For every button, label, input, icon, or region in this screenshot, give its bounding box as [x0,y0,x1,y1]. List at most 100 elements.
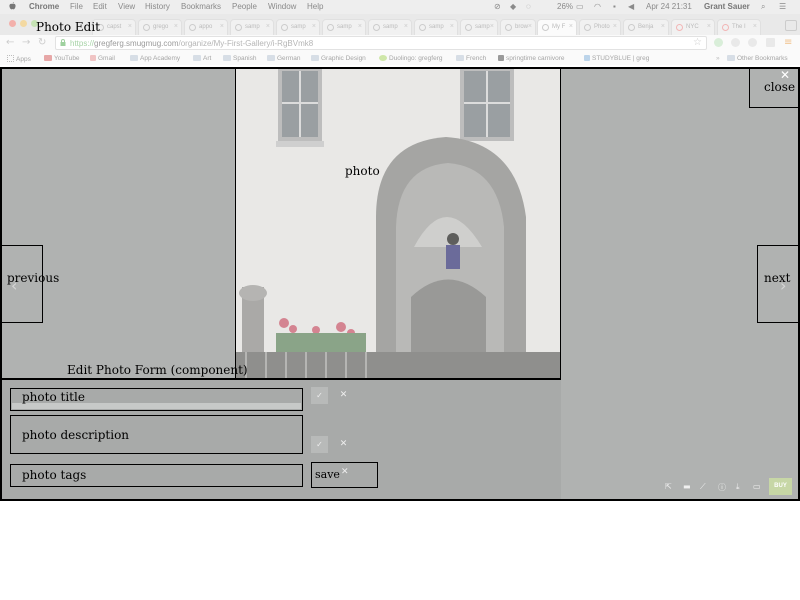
cancel-x-icon[interactable]: ✕ [341,467,349,477]
edit-wand-icon[interactable]: ⟋ [700,482,706,492]
menu-help[interactable]: Help [307,2,323,11]
tab-close-icon[interactable]: × [661,23,665,30]
bookmark-item[interactable]: Art [193,55,211,62]
browser-tab[interactable]: samp × [322,19,366,35]
menu-bookmarks[interactable]: Bookmarks [181,2,221,11]
browser-tab[interactable]: appo × [184,19,228,35]
browser-tab[interactable]: Benja × [623,19,669,35]
wifi-icon[interactable]: ◠ [594,2,601,11]
folder-icon [130,55,138,61]
tab-close-icon[interactable]: × [312,23,316,30]
comment-icon[interactable]: ▬ [683,482,691,491]
bookmark-item[interactable]: Graphic Design [311,55,366,62]
photo-title-field[interactable]: photo title [10,388,303,411]
bookmarks-overflow-icon[interactable]: » [716,55,720,62]
apple-icon[interactable] [9,2,16,10]
browser-tab[interactable]: grego × [138,19,182,35]
photo-viewer: photo ✕ close ‹ previous › next Edit Pho… [0,67,800,501]
bookmark-item[interactable]: Gmail [90,55,115,62]
previous-button[interactable]: ‹ previous [0,245,59,323]
bookmark-item[interactable]: French [456,55,486,62]
menu-window[interactable]: Window [268,2,296,11]
bookmark-item[interactable]: Other Bookmarks [727,55,788,62]
menu-view[interactable]: View [118,2,135,11]
next-button[interactable]: › next [757,245,800,323]
buy-button[interactable]: BUY [769,478,792,495]
tab-close-icon[interactable]: × [266,23,270,30]
confirm-check-icon[interactable]: ✓ [311,436,328,453]
dropbox-icon[interactable]: ◆ [510,2,516,11]
bookmark-item[interactable]: Spanish [223,55,257,62]
bookmark-item[interactable]: Duolingo: gregferg [379,55,442,62]
tab-close-icon[interactable]: × [569,23,573,30]
chrome-menu-icon[interactable]: ≡ [784,37,792,48]
menu-history[interactable]: History [145,2,170,11]
browser-tab[interactable]: samp × [230,19,274,35]
bookmark-item[interactable]: YouTube [44,55,80,62]
cancel-x-icon[interactable]: ✕ [335,436,352,453]
tab-close-icon[interactable]: × [450,23,454,30]
tab-close-icon[interactable]: × [753,23,757,30]
slideshow-icon[interactable]: ▭ [753,482,761,491]
browser-tab[interactable]: brow × [500,19,536,35]
bookmark-item[interactable]: App Academy [130,55,180,62]
menu-file[interactable]: File [70,2,83,11]
forward-arrow-icon[interactable]: → [22,37,30,48]
tab-close-icon[interactable]: × [613,23,617,30]
tab-close-icon[interactable]: × [220,23,224,30]
info-icon[interactable]: ⓘ [718,482,726,493]
save-button[interactable]: save ✕ [311,462,378,488]
menu-edit[interactable]: Edit [93,2,107,11]
browser-tab[interactable]: The I × [717,19,761,35]
spotlight-icon[interactable]: ⌕ [761,2,765,12]
close-button[interactable]: ✕ close [749,67,799,108]
photo-tags-field[interactable]: photo tags [10,464,303,487]
address-bar[interactable]: https://gregferg.smugmug.com/organize/My… [55,36,707,50]
new-tab-icon[interactable] [785,20,797,31]
volume-icon[interactable]: ◀ [628,2,634,11]
confirm-check-icon[interactable]: ✓ [311,387,328,404]
tab-close-icon[interactable]: × [490,23,494,30]
tab-close-icon[interactable]: × [358,23,362,30]
back-arrow-icon[interactable]: ← [6,37,14,48]
battery-icon[interactable]: ▭ [576,2,584,11]
bookmark-item[interactable]: Apps [7,55,31,63]
tab-close-icon[interactable]: × [404,23,408,30]
bookmark-item[interactable]: springtime carnivore [498,55,565,62]
flag-icon[interactable]: ▪ [613,2,616,11]
menu-app-name[interactable]: Chrome [29,2,59,11]
photo-description-label: photo description [22,428,130,442]
clock-datetime[interactable]: Apr 24 21:31 [646,2,692,11]
user-name[interactable]: Grant Sauer [704,2,750,11]
window-minimize-button[interactable] [20,20,27,27]
browser-tab[interactable]: Photo × [579,19,621,35]
reload-icon[interactable]: ↻ [38,37,46,48]
tab-close-icon[interactable]: × [707,23,711,30]
bookmark-star-icon[interactable]: ☆ [693,37,702,48]
sync-icon[interactable]: ⊘ [494,2,501,11]
browser-tab[interactable]: NYC × [671,19,715,35]
extension-icon[interactable] [748,38,757,47]
download-icon[interactable]: ⤓ [736,482,740,492]
extension-icon[interactable] [714,38,723,47]
browser-tab[interactable]: samp × [414,19,458,35]
bookmark-item[interactable]: STUDYBLUE | greg [584,55,649,62]
extension-icon[interactable] [766,38,775,47]
tab-close-icon[interactable]: × [528,23,532,30]
notification-center-icon[interactable]: ☰ [779,2,786,11]
tab-close-icon[interactable]: × [128,23,132,30]
bookmark-item[interactable]: German [267,55,300,62]
extension-icon[interactable] [731,38,740,47]
browser-tab[interactable]: samp × [460,19,498,35]
menu-people[interactable]: People [232,2,257,11]
browser-tab-active[interactable]: My F × [537,19,577,35]
tab-close-icon[interactable]: × [174,23,178,30]
photo-description-field[interactable]: photo description [10,415,303,454]
clock-icon[interactable]: ◌ [526,2,531,11]
url-text[interactable]: https://gregferg.smugmug.com/organize/My… [70,39,313,48]
browser-tab[interactable]: samp × [276,19,320,35]
window-close-button[interactable] [9,20,16,27]
cancel-x-icon[interactable]: ✕ [335,387,352,404]
share-icon[interactable]: ⇱ [665,482,672,491]
browser-tab[interactable]: samp × [368,19,412,35]
